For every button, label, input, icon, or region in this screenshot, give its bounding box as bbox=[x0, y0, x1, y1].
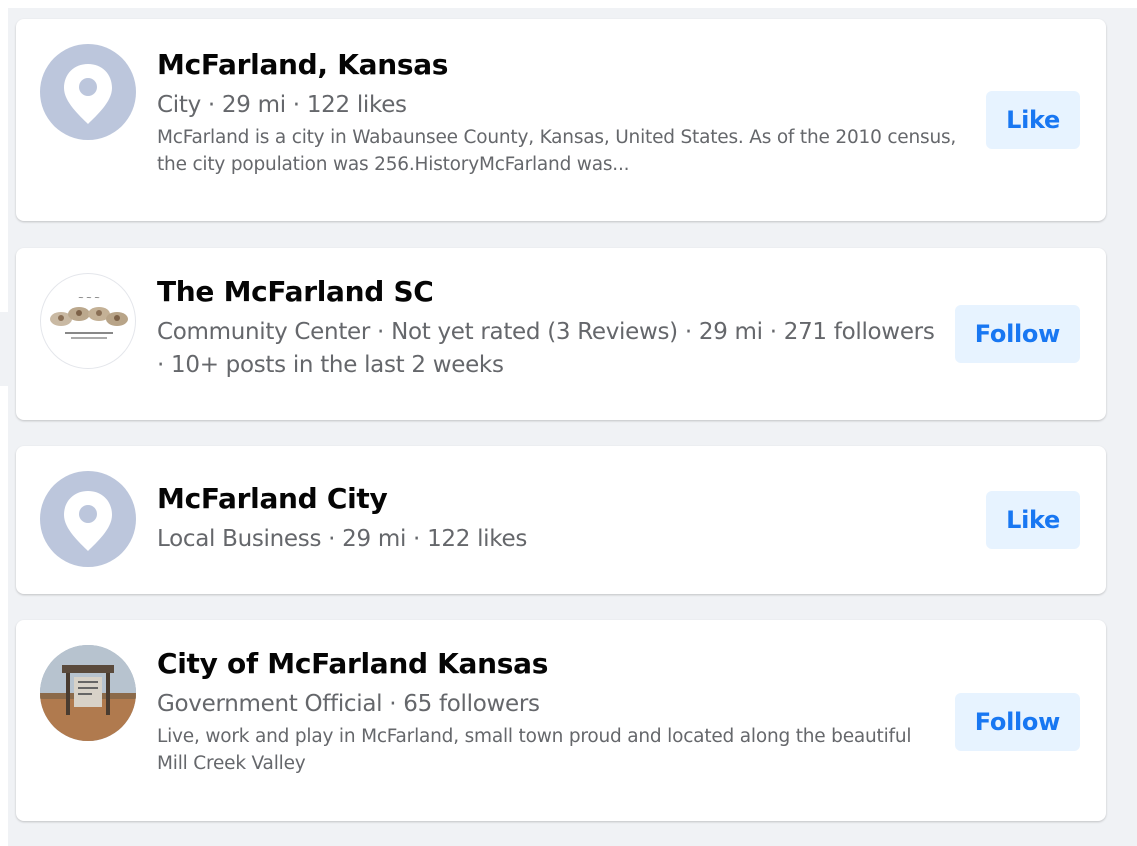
result-title[interactable]: The McFarland SC bbox=[157, 275, 957, 309]
like-button[interactable]: Like bbox=[986, 91, 1080, 149]
result-title[interactable]: City of McFarland Kansas bbox=[157, 647, 957, 681]
result-description: Live, work and play in McFarland, small … bbox=[157, 726, 912, 774]
town-sign-photo[interactable] bbox=[40, 645, 136, 741]
result-card[interactable]: City of McFarland Kansas Government Offi… bbox=[16, 620, 1106, 821]
result-meta: City · 29 mi · 122 likes bbox=[157, 92, 407, 118]
result-meta: Local Business · 29 mi · 122 likes bbox=[157, 526, 528, 552]
result-card[interactable]: ~ ~ ~ The McFarland SC Community Center … bbox=[16, 248, 1106, 420]
result-title[interactable]: McFarland, Kansas bbox=[157, 48, 957, 82]
panel-edge-handle bbox=[0, 312, 8, 386]
follow-button[interactable]: Follow bbox=[954, 693, 1080, 751]
result-title[interactable]: McFarland City bbox=[157, 482, 957, 516]
result-card[interactable]: McFarland, Kansas City · 29 mi · 122 lik… bbox=[16, 19, 1106, 221]
result-card[interactable]: McFarland City Local Business · 29 mi · … bbox=[16, 446, 1106, 594]
follow-button[interactable]: Follow bbox=[954, 305, 1080, 363]
location-pin-icon[interactable] bbox=[40, 471, 136, 567]
community-center-logo[interactable]: ~ ~ ~ bbox=[40, 273, 136, 369]
location-pin-icon[interactable] bbox=[40, 44, 136, 140]
result-description: McFarland is a city in Wabaunsee County,… bbox=[157, 127, 957, 175]
svg-text:~ ~ ~: ~ ~ ~ bbox=[78, 294, 100, 302]
like-button[interactable]: Like bbox=[986, 491, 1080, 549]
result-meta: Government Official · 65 followers bbox=[157, 691, 540, 717]
result-meta: Community Center · Not yet rated (3 Revi… bbox=[157, 319, 935, 378]
